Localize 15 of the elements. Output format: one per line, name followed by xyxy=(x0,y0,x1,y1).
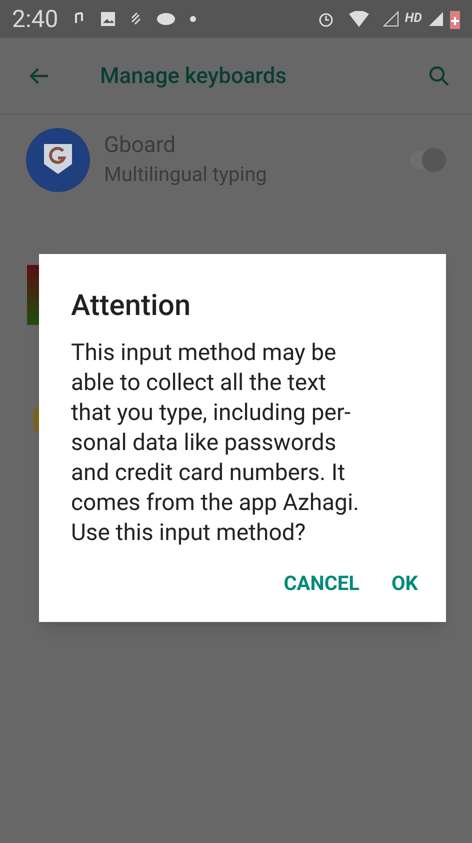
signal-icon xyxy=(382,11,399,27)
dialog-button[interactable]: CANCEL xyxy=(272,562,372,604)
dialog-message: This input method may be able to collect all the text that you type, including per- sonal data like passwords and credit card numbers. It comes from the app Azhagi. Use this input method? xyxy=(71,338,360,548)
toggle-switch[interactable] xyxy=(410,151,446,169)
toolbar-title: Manage keyboards xyxy=(100,62,288,90)
wifi-icon xyxy=(348,11,369,27)
image-icon xyxy=(100,11,116,27)
dot-icon xyxy=(190,16,196,22)
battery-icon xyxy=(450,9,460,29)
dialog-button[interactable]: OK xyxy=(379,562,430,604)
status-time: 2:40 xyxy=(12,4,58,35)
signal-icon xyxy=(428,11,444,27)
network-label: HD xyxy=(404,10,422,28)
dialog-title: Attention xyxy=(71,288,192,324)
search-icon[interactable] xyxy=(428,65,450,87)
